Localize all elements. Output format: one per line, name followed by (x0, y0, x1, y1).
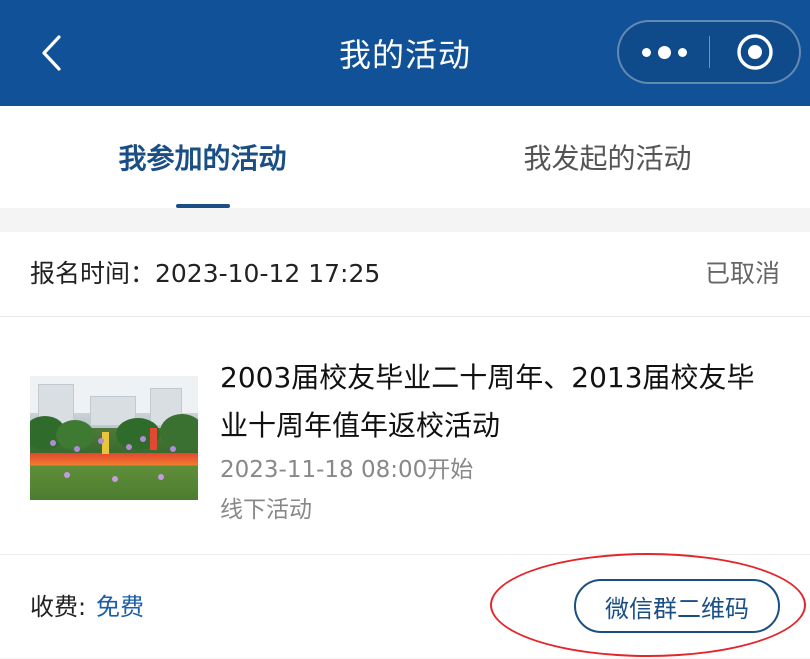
activity-title: 2003届校友毕业二十周年、2013届校友毕业十周年值年返校活动 (220, 361, 755, 442)
target-close-icon (737, 34, 773, 70)
card-header: 报名时间：2023-10-12 17:25 已取消 (0, 232, 810, 317)
active-tab-indicator (176, 204, 230, 208)
activity-type: 线下活动 (220, 497, 312, 523)
more-dots-icon (641, 47, 651, 57)
activity-thumbnail (30, 376, 198, 500)
wechat-group-qr-button[interactable]: 微信群二维码 (574, 579, 780, 633)
activity-card[interactable]: 报名时间：2023-10-12 17:25 已取消 2003届校友毕业二十周年、… (0, 232, 810, 658)
more-button[interactable] (619, 22, 709, 82)
activity-start-time: 2023-11-18 08:00开始 (220, 457, 474, 483)
tab-created-activities[interactable]: 我发起的活动 (405, 106, 810, 208)
fee-value: 免费 (96, 593, 144, 621)
close-mini-program-button[interactable] (710, 22, 800, 82)
tab-joined-activities[interactable]: 我参加的活动 (0, 106, 405, 208)
nav-bar: 我的活动 (0, 0, 810, 106)
fee-label: 收费: (30, 593, 87, 621)
mini-program-capsule (617, 20, 801, 84)
registration-time: 报名时间：2023-10-12 17:25 (30, 259, 381, 288)
card-footer: 收费: 免费 微信群二维码 (0, 554, 810, 659)
tab-bar: 我参加的活动 我发起的活动 (0, 106, 810, 208)
status-badge: 已取消 (704, 259, 780, 288)
